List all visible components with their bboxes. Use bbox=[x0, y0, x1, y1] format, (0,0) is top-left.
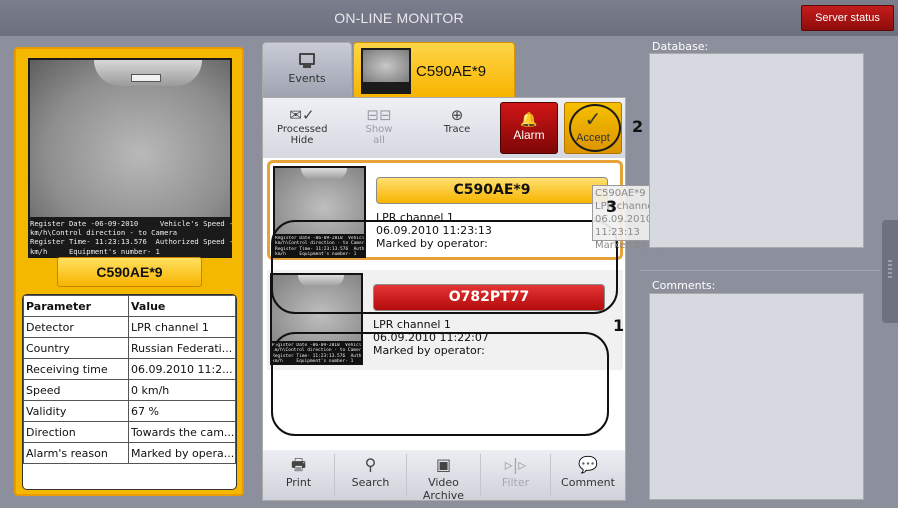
param-name: Country bbox=[23, 337, 129, 359]
events-panel: ✉✓ Processed Hide ⊟⊟ Show all ⊕ Trace 🔔 … bbox=[262, 97, 626, 502]
alarm-label: Alarm bbox=[513, 128, 545, 142]
bottom-toolbar: 🖶 Print ⚲ Search ▣ Video Archive ▹|▹ Fil… bbox=[263, 450, 625, 502]
thumbnail-car bbox=[301, 168, 347, 180]
film-icon: ▣ bbox=[435, 455, 452, 474]
filter-button[interactable]: ▹|▹ Filter bbox=[481, 454, 551, 496]
video-archive-button[interactable]: ▣ Video Archive bbox=[407, 454, 481, 502]
window-title: ON-LINE MONITOR bbox=[334, 10, 464, 26]
table-row: Speed 0 km/h bbox=[23, 379, 236, 401]
comments-label: Comments: bbox=[652, 279, 716, 292]
show-all-button[interactable]: ⊟⊟ Show all bbox=[359, 106, 399, 146]
event-list: Register Date -06-09-2010 Vehicle's Spee… bbox=[263, 158, 625, 450]
event-detail-panel: Register Date -06-09-2010 Vehicle's Spee… bbox=[14, 47, 244, 496]
camera-frame: Register Date -06-09-2010 Vehicle's Spee… bbox=[28, 58, 232, 258]
tab-events[interactable]: Events bbox=[262, 42, 352, 98]
param-value: Russian Federati... bbox=[128, 337, 236, 359]
monitor-stand-icon bbox=[303, 65, 311, 68]
annotation-ring-1 bbox=[271, 332, 609, 436]
car-plate-image bbox=[131, 74, 161, 82]
events-toolbar: ✉✓ Processed Hide ⊟⊟ Show all ⊕ Trace 🔔 … bbox=[263, 98, 625, 158]
comment-label: Comment bbox=[561, 476, 615, 489]
processed-hide-label-1: Processed bbox=[277, 124, 328, 135]
print-button[interactable]: 🖶 Print bbox=[263, 454, 335, 496]
param-value: 67 % bbox=[128, 400, 236, 422]
tab-selected-event[interactable]: C590AE*9 bbox=[353, 42, 515, 98]
alarm-button[interactable]: 🔔 Alarm bbox=[500, 102, 558, 154]
tab-thumbnail bbox=[361, 48, 411, 94]
filter-icon: ▹|▹ bbox=[504, 455, 527, 474]
side-panel-handle[interactable] bbox=[882, 220, 898, 323]
processed-hide-button[interactable]: ✉✓ Processed Hide bbox=[277, 106, 327, 146]
event-plate: C590AE*9 bbox=[376, 177, 608, 204]
table-row: Receiving time 06.09.2010 11:2... bbox=[23, 358, 236, 380]
search-button[interactable]: ⚲ Search bbox=[335, 454, 407, 496]
show-all-label-2: all bbox=[373, 135, 385, 146]
grip-icon bbox=[888, 260, 892, 280]
param-name: Validity bbox=[23, 400, 129, 422]
title-bar: ON-LINE MONITOR Server status bbox=[0, 0, 898, 36]
table-row: Alarm's reason Marked by opera... bbox=[23, 442, 236, 464]
show-all-icon: ⊟⊟ bbox=[366, 106, 392, 124]
param-name: Direction bbox=[23, 421, 129, 443]
parameter-table: Parameter Value Detector LPR channel 1 Co… bbox=[22, 294, 237, 490]
table-row: Country Russian Federati... bbox=[23, 337, 236, 359]
tab-events-label: Events bbox=[288, 72, 326, 85]
printer-icon: 🖶 bbox=[290, 455, 307, 474]
annotation-ring-accept bbox=[569, 104, 621, 152]
tab-selected-event-label: C590AE*9 bbox=[416, 63, 487, 80]
database-label: Database: bbox=[652, 40, 709, 53]
column-header-parameter: Parameter bbox=[23, 295, 129, 317]
param-name: Receiving time bbox=[23, 358, 129, 380]
processed-check-icon: ✉✓ bbox=[289, 106, 315, 124]
speech-bubble-icon: 💬 bbox=[578, 455, 598, 474]
show-all-label-1: Show bbox=[365, 124, 393, 135]
comment-button[interactable]: 💬 Comment bbox=[551, 454, 625, 496]
monitor-icon bbox=[299, 53, 315, 65]
param-value: LPR channel 1 bbox=[128, 316, 236, 338]
callout-3: 3 bbox=[606, 197, 618, 216]
panel-divider bbox=[640, 270, 880, 271]
param-value: Marked by opera... bbox=[128, 442, 236, 464]
callout-1: 1 bbox=[613, 316, 625, 335]
trace-button[interactable]: ⊕ Trace bbox=[439, 106, 475, 135]
param-name: Speed bbox=[23, 379, 129, 401]
callout-2: 2 bbox=[632, 117, 644, 136]
detected-plate-label[interactable]: C590AE*9 bbox=[57, 257, 202, 287]
param-value: Towards the cam... bbox=[128, 421, 236, 443]
param-name: Alarm's reason bbox=[23, 442, 129, 464]
database-area bbox=[649, 53, 864, 248]
camera-overlay-text: Register Date -06-09-2010 Vehicle's Spee… bbox=[30, 219, 232, 256]
car-image bbox=[94, 60, 202, 86]
table-row: Direction Towards the cam... bbox=[23, 421, 236, 443]
crosshair-icon: ⊕ bbox=[450, 106, 464, 124]
annotation-ring-3 bbox=[271, 220, 618, 314]
event-channel: LPR channel 1 bbox=[373, 318, 451, 331]
table-row: Detector LPR channel 1 bbox=[23, 316, 236, 338]
processed-hide-label-2: Hide bbox=[290, 135, 314, 146]
bell-icon: 🔔 bbox=[520, 112, 538, 128]
print-label: Print bbox=[285, 476, 312, 489]
column-header-value: Value bbox=[128, 295, 236, 317]
param-name: Detector bbox=[23, 316, 129, 338]
magnifier-icon: ⚲ bbox=[364, 455, 377, 474]
server-status-button[interactable]: Server status bbox=[801, 5, 894, 31]
param-value: 0 km/h bbox=[128, 379, 236, 401]
video-archive-label: Video Archive bbox=[422, 476, 465, 502]
trace-label: Trace bbox=[443, 124, 471, 135]
table-row: Validity 67 % bbox=[23, 400, 236, 422]
search-label: Search bbox=[351, 476, 390, 489]
comments-area[interactable] bbox=[649, 293, 864, 500]
param-value: 06.09.2010 11:2... bbox=[128, 358, 236, 380]
filter-label: Filter bbox=[501, 476, 530, 489]
